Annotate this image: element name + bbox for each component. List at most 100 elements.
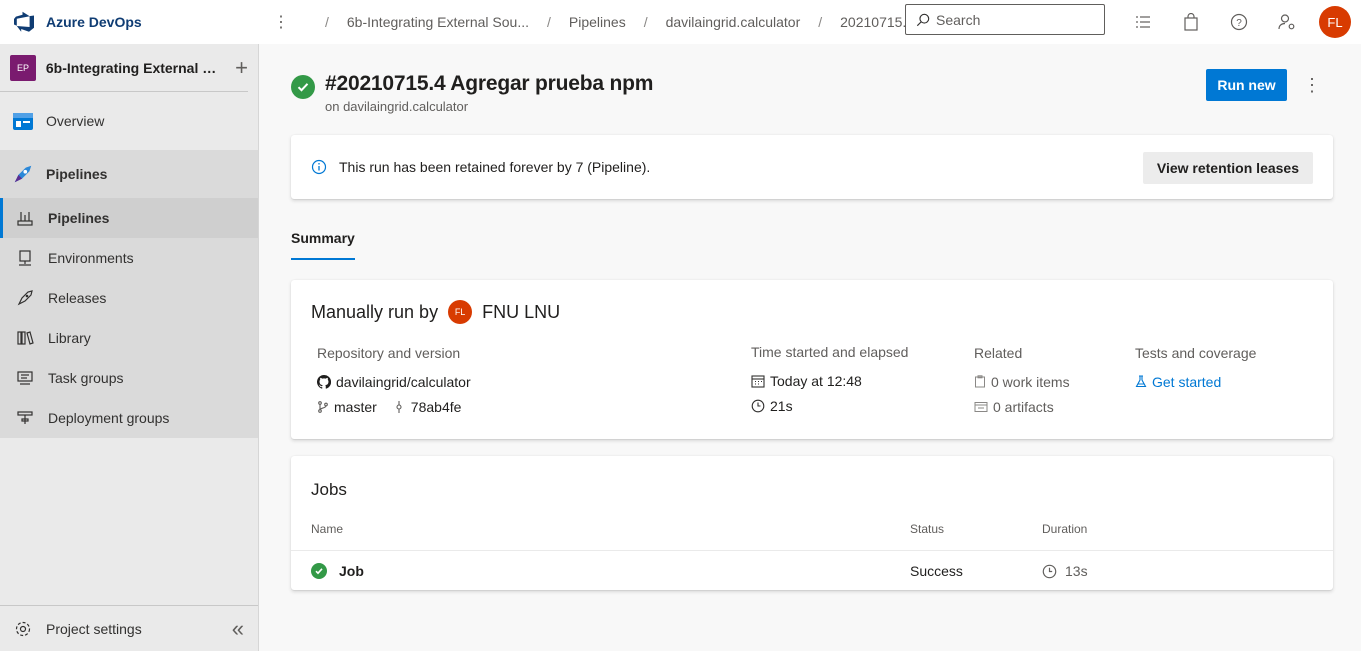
gear-icon: [15, 621, 31, 636]
environments-icon: [14, 247, 36, 269]
success-check-icon: [291, 75, 315, 99]
work-items-link[interactable]: 0 work items: [974, 369, 1070, 394]
breadcrumb-run[interactable]: 20210715.4: [840, 14, 914, 30]
sidebar-item-library[interactable]: Library: [0, 318, 258, 358]
tab-summary[interactable]: Summary: [291, 230, 355, 260]
search-box[interactable]: [905, 4, 1105, 35]
breadcrumb-project[interactable]: 6b-Integrating External Sou...: [347, 14, 529, 30]
deployment-groups-icon: [14, 407, 36, 429]
trigger-user-name: FNU LNU: [482, 301, 561, 322]
job-name: Job: [339, 563, 364, 579]
pipeline-sub-icon: [14, 207, 36, 229]
pipelines-icon: [12, 163, 34, 185]
breadcrumb-pipelines[interactable]: Pipelines: [569, 14, 626, 30]
retention-banner: This run has been retained forever by 7 …: [291, 135, 1333, 199]
run-title: #20210715.4 Agregar prueba npm: [325, 72, 654, 95]
sidebar-item-label: Task groups: [48, 370, 124, 386]
success-check-icon: [311, 563, 327, 579]
sidebar-item-label: Overview: [46, 113, 105, 129]
get-started-link[interactable]: Get started: [1135, 369, 1256, 394]
sidebar-item-deployment-groups[interactable]: Deployment groups: [0, 398, 258, 438]
run-new-button[interactable]: Run new: [1206, 69, 1287, 101]
project-name: 6b-Integrating External Sources: [45, 59, 225, 76]
related-section: Related 0 work items 0 artifacts: [974, 345, 1070, 419]
jobs-title: Jobs: [311, 480, 347, 499]
run-header: #20210715.4 Agregar prueba npm on davila…: [291, 72, 653, 114]
repository-link[interactable]: davilaingrid/calculator: [317, 369, 471, 394]
sidebar-item-label: Pipelines: [46, 166, 108, 182]
help-icon[interactable]: ?: [1215, 0, 1263, 44]
svg-text:?: ?: [1236, 18, 1242, 29]
column-header-duration: Duration: [1042, 522, 1088, 536]
sidebar-item-environments[interactable]: Environments: [0, 238, 258, 278]
overview-icon: [12, 110, 34, 132]
marketplace-bag-icon[interactable]: [1167, 0, 1215, 44]
project-settings[interactable]: Project settings «: [0, 605, 258, 651]
releases-icon: [14, 287, 36, 309]
elapsed-time: 21s: [770, 397, 793, 414]
brand[interactable]: Azure DevOps: [0, 0, 259, 44]
info-icon: [311, 159, 327, 175]
tests-label: Tests and coverage: [1135, 345, 1257, 361]
app-name: Azure DevOps: [46, 14, 142, 30]
sidebar-item-label: Deployment groups: [48, 410, 170, 426]
project-header[interactable]: EP 6b-Integrating External Sources +: [0, 44, 248, 92]
sidebar-item-releases[interactable]: Releases: [0, 278, 258, 318]
sidebar-item-label: Environments: [48, 250, 134, 266]
sidebar-item-task-groups[interactable]: Task groups: [0, 358, 258, 398]
task-groups-icon: [14, 367, 36, 389]
run-subtitle[interactable]: on davilaingrid.calculator: [325, 99, 653, 114]
more-actions-icon[interactable]: ⋮: [1302, 72, 1322, 98]
sidebar-item-label: Releases: [48, 290, 107, 306]
get-started-label: Get started: [1152, 373, 1222, 390]
artifacts-link[interactable]: 0 artifacts: [974, 394, 1070, 419]
sidebar-item-pipelines-group[interactable]: Pipelines: [0, 150, 258, 198]
table-row[interactable]: Job Success 13s: [291, 550, 1333, 590]
job-duration: 13s: [1065, 563, 1088, 579]
breadcrumb-pipeline[interactable]: davilaingrid.calculator: [666, 14, 801, 30]
user-avatar[interactable]: FL: [1319, 6, 1351, 38]
artifacts-count: 0 artifacts: [993, 398, 1054, 415]
calendar-icon: [751, 374, 765, 388]
search-input[interactable]: [936, 11, 1096, 28]
branch-name[interactable]: master: [334, 399, 377, 415]
search-icon: [916, 13, 930, 26]
view-retention-leases-button[interactable]: View retention leases: [1142, 152, 1313, 184]
breadcrumb: ⋮ / 6b-Integrating External Sou... / Pip…: [273, 12, 915, 32]
trigger-info: Manually run by FL FNU LNU: [311, 300, 560, 324]
time-section: Time started and elapsed Today at 12:48 …: [751, 344, 908, 418]
task-list-icon[interactable]: [1119, 0, 1167, 44]
column-header-status: Status: [910, 522, 945, 536]
add-icon[interactable]: +: [235, 55, 248, 81]
work-item-icon: [975, 375, 985, 388]
branch-icon: [318, 400, 328, 413]
top-bar: Azure DevOps ⋮ / 6b-Integrating External…: [0, 0, 1361, 44]
commit-id[interactable]: 78ab4fe: [411, 399, 462, 415]
commit-icon: [396, 400, 402, 413]
repository-name: davilaingrid/calculator: [336, 373, 471, 390]
azure-devops-logo-icon: [14, 11, 34, 32]
retention-message: This run has been retained forever by 7 …: [339, 159, 651, 175]
start-time: Today at 12:48: [770, 372, 862, 389]
work-items-count: 0 work items: [991, 373, 1070, 390]
column-header-name: Name: [311, 522, 344, 536]
user-settings-icon[interactable]: [1263, 0, 1311, 44]
tests-section: Tests and coverage Get started: [1135, 345, 1256, 394]
sidebar-item-label: Pipelines: [48, 210, 110, 226]
summary-card: Manually run by FL FNU LNU Repository an…: [291, 280, 1333, 439]
more-breadcrumbs-icon[interactable]: ⋮: [273, 12, 289, 32]
collapse-sidebar-icon[interactable]: «: [232, 616, 244, 642]
trigger-prefix: Manually run by: [311, 301, 439, 322]
main-content: #20210715.4 Agregar prueba npm on davila…: [260, 44, 1361, 651]
library-icon: [14, 327, 36, 349]
clock-icon: [1042, 564, 1057, 578]
project-settings-label: Project settings: [46, 620, 142, 637]
project-badge: EP: [10, 54, 36, 81]
sidebar-item-pipelines[interactable]: Pipelines: [0, 198, 258, 238]
job-status: Success: [910, 563, 963, 579]
sidebar-item-overview[interactable]: Overview: [0, 101, 258, 141]
jobs-card: Jobs Name Status Duration Job Success 13…: [291, 456, 1333, 590]
related-label: Related: [974, 345, 1023, 361]
sidebar: EP 6b-Integrating External Sources + Ove…: [0, 44, 259, 651]
trigger-user-avatar: FL: [448, 300, 473, 324]
